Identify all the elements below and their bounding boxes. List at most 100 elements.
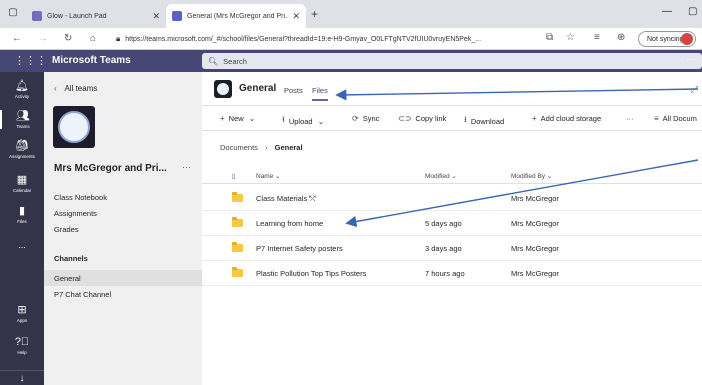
file-modified-by: Mrs McGregor — [511, 219, 559, 228]
bell-icon: 🔔︎ — [15, 80, 29, 92]
channel-p7-chat[interactable]: P7 Chat Channel — [44, 286, 202, 302]
more-options-icon[interactable]: ··· — [686, 54, 696, 65]
all-teams-link[interactable]: ‹ All teams — [54, 84, 97, 93]
file-modified: 7 hours ago — [425, 269, 465, 278]
tab-posts[interactable]: Posts — [284, 86, 303, 95]
rail-item-teams[interactable]: 👥︎ Teams — [0, 110, 44, 129]
command-bar: + New ⌄ ⭱ Upload ⌄ ⟳ Sync ⊂⊃ Copy link ⭳… — [202, 109, 702, 131]
address-bar: ← → ↻ ⌂ 🔒︎ https://teams.microsoft.com/_… — [0, 28, 702, 50]
rail-item-help[interactable]: ?⃝ Help — [0, 336, 44, 355]
view-selector[interactable]: ≡ All Docum — [654, 114, 697, 123]
search-input[interactable]: 🔍︎ Search — [202, 53, 702, 69]
column-name[interactable]: Name ⌄ — [256, 172, 281, 180]
help-icon: ?⃝ — [14, 336, 30, 348]
download-arrow-icon[interactable]: ↓ — [0, 370, 44, 384]
file-name[interactable]: Class Materials ⤲ — [256, 194, 315, 204]
column-modified[interactable]: Modified ⌄ — [425, 172, 457, 180]
file-modified-by: Mrs McGregor — [511, 244, 559, 253]
rail-item-calendar[interactable]: ▦ Calendar — [0, 174, 44, 193]
rail-item-assignments[interactable]: 🎒︎ Assignments — [0, 140, 44, 159]
chevron-left-icon: ‹ — [54, 84, 57, 93]
file-row[interactable]: Learning from home 5 days ago Mrs McGreg… — [202, 211, 702, 236]
profile-avatar — [681, 33, 693, 45]
favorite-add-icon[interactable]: ☆ — [566, 32, 575, 43]
expand-icon[interactable]: ⤢ — [691, 84, 698, 95]
list-view-icon: ≡ — [654, 114, 659, 123]
tab-files[interactable]: Files — [312, 86, 328, 101]
search-placeholder: Search — [223, 56, 247, 66]
forward-icon[interactable]: → — [38, 33, 48, 44]
download-button[interactable]: ⭳ Download — [464, 114, 504, 128]
home-icon[interactable]: ⌂ — [90, 33, 96, 44]
file-type-icon: ▯ — [232, 173, 236, 180]
browser-tab-teams[interactable]: General (Mrs McGregor and Pri... ✕ — [166, 4, 306, 28]
chevron-right-icon: › — [265, 143, 268, 152]
back-icon[interactable]: ← — [12, 33, 22, 44]
app-title: Microsoft Teams — [52, 55, 131, 66]
app-launcher-icon[interactable]: ⋮⋮⋮ — [14, 54, 47, 67]
file-name[interactable]: Learning from home — [256, 219, 323, 228]
maximize-icon[interactable]: ▢ — [688, 6, 697, 17]
grades-link[interactable]: Grades — [54, 225, 79, 234]
column-modified-by[interactable]: Modified By ⌄ — [511, 172, 552, 180]
collections-icon[interactable]: ⊕ — [617, 32, 625, 43]
close-tab-icon[interactable]: ✕ — [152, 11, 160, 22]
rail-item-apps[interactable]: ⊞ Apps — [0, 304, 44, 323]
folder-icon — [232, 267, 243, 277]
teams-icon: 👥︎ — [16, 110, 30, 122]
breadcrumb-documents[interactable]: Documents — [220, 143, 258, 152]
close-tab-icon[interactable]: ✕ — [292, 11, 300, 22]
tab-title: Glow - Launch Pad — [47, 12, 107, 20]
breadcrumb-current: General — [274, 143, 303, 152]
rail-item-more[interactable]: ... — [0, 240, 44, 250]
chevron-down-icon: ⌄ — [317, 116, 325, 126]
rail-item-activity[interactable]: 🔔︎ Activity — [0, 80, 44, 99]
new-label: New — [228, 114, 244, 123]
breadcrumb: Documents › General — [220, 143, 303, 152]
class-notebook-link[interactable]: Class Notebook — [54, 193, 107, 202]
file-row[interactable]: P7 Internet Safety posters 3 days ago Mr… — [202, 236, 702, 261]
team-more-icon[interactable]: ··· — [182, 162, 191, 172]
read-aloud-icon[interactable]: ⧉ — [546, 32, 553, 43]
team-name: Mrs McGregor and Pri... — [54, 163, 167, 174]
favorites-icon[interactable]: ≡ — [594, 32, 600, 43]
file-row[interactable]: Class Materials ⤲ Mrs McGregor — [202, 186, 702, 211]
assignments-link[interactable]: Assignments — [54, 209, 97, 218]
sync-button[interactable]: ⟳ Sync — [352, 114, 379, 123]
minimize-icon[interactable]: — — [662, 6, 672, 17]
file-row[interactable]: Plastic Pollution Top Tips Posters 7 hou… — [202, 261, 702, 286]
more-commands-icon[interactable]: ··· — [626, 114, 634, 123]
upload-button[interactable]: ⭱ Upload ⌄ — [282, 114, 328, 128]
link-icon: ⊂⊃ — [398, 114, 412, 123]
download-label: Download — [470, 116, 505, 126]
teams-header: ⋮⋮⋮ Microsoft Teams 🔍︎ Search ··· — [0, 50, 702, 72]
rail-label: Teams — [16, 124, 30, 129]
plus-icon: + — [220, 114, 225, 123]
file-name[interactable]: P7 Internet Safety posters — [256, 244, 343, 253]
channel-header: General Posts Files ⤢ — [202, 72, 702, 106]
copy-link-button[interactable]: ⊂⊃ Copy link — [398, 114, 446, 123]
search-icon: 🔍︎ — [208, 56, 219, 66]
add-storage-label: Add cloud storage — [540, 114, 602, 123]
file-list-header: ▯ Name ⌄ Modified ⌄ Modified By ⌄ — [202, 169, 702, 184]
file-modified-by: Mrs McGregor — [511, 269, 559, 278]
rail-label: Apps — [16, 318, 28, 323]
all-teams-label: All teams — [64, 84, 98, 93]
url-field[interactable]: 🔒︎ https://teams.microsoft.com/_#/school… — [116, 31, 556, 47]
chevron-down-icon: ⌄ — [248, 114, 256, 123]
new-button[interactable]: + New ⌄ — [220, 114, 259, 123]
rail-item-files[interactable]: ▮ Files — [0, 205, 44, 224]
sync-status-button[interactable]: Not syncing — [638, 31, 696, 47]
browser-tab-glow[interactable]: Glow - Launch Pad ✕ — [26, 4, 166, 28]
channels-heading: Channels — [54, 254, 88, 263]
file-name[interactable]: Plastic Pollution Top Tips Posters — [256, 269, 366, 278]
file-modified: 5 days ago — [425, 219, 462, 228]
tab-actions-icon[interactable]: ▢ — [8, 8, 18, 18]
upload-label: Upload — [288, 116, 313, 126]
channel-general[interactable]: General — [44, 270, 202, 286]
new-tab-icon[interactable]: + — [311, 7, 318, 21]
add-cloud-storage-button[interactable]: + Add cloud storage — [532, 114, 601, 123]
folder-icon — [232, 192, 243, 202]
sync-icon: ⟳ — [352, 114, 359, 123]
refresh-icon[interactable]: ↻ — [64, 33, 72, 44]
